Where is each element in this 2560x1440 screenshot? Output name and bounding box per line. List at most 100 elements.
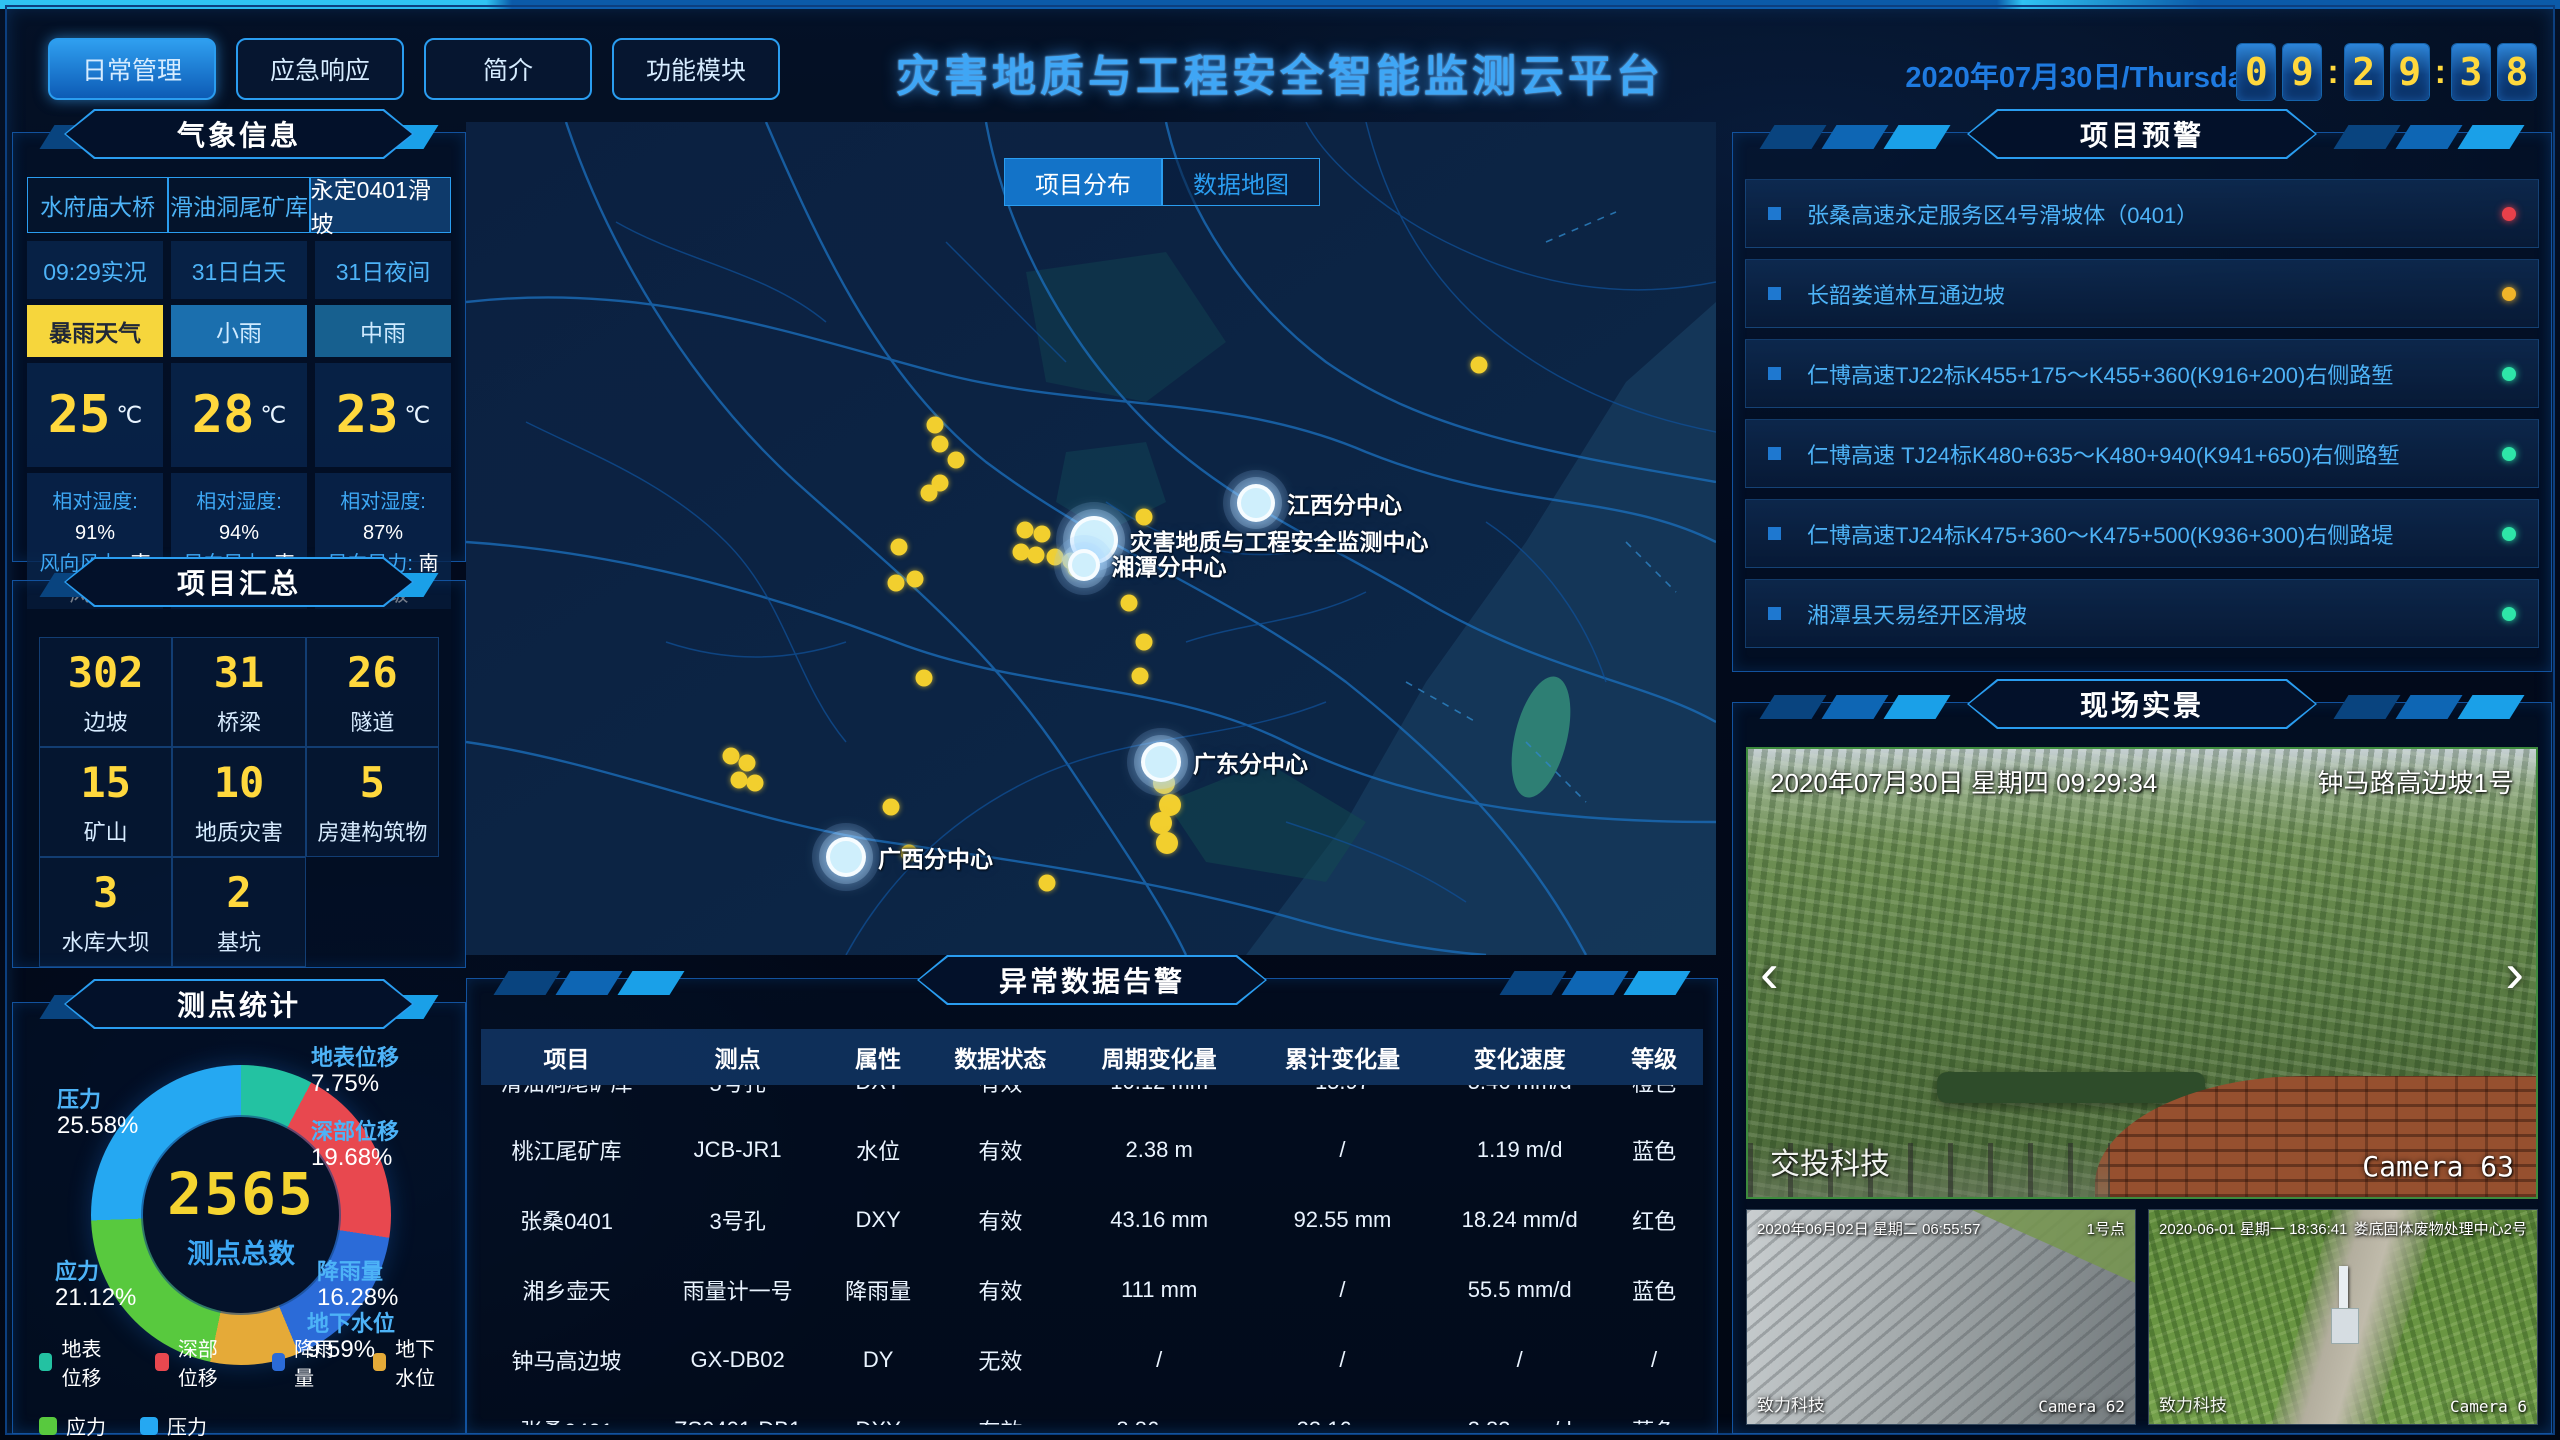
warning-row-0[interactable]: 张桑高速永定服务区4号滑坡体（0401） [1745,179,2539,248]
legend-item-0[interactable]: 地表位移 [39,1333,121,1391]
alerts-cell: DXY [823,1085,933,1095]
camera-location: 钟马路高边坡1号 [2318,763,2514,800]
table-row[interactable]: 滑油洞尾矿库5号孔DXY有效10.12 mm15.975.46 mm/d橙色 [481,1085,1703,1115]
map-panel[interactable]: 项目分布数据地图 江西分中心灾害地质与工程安全监测中心湘潭分中心广东分中心广西分… [466,122,1716,955]
project-dot[interactable] [1016,522,1033,539]
alerts-cell: 水位 [823,1134,933,1166]
donut-label-5: 压力25.58% [57,1087,138,1140]
header-deco [1767,125,1943,149]
project-dot[interactable] [890,538,907,555]
bullet-square-icon [1768,607,1781,620]
header-deco [1507,971,1683,995]
stat-label: 桥梁 [217,705,261,737]
weather-time: 09:29实况 [27,241,163,299]
weather-tab-1[interactable]: 滑油洞尾矿库 [168,177,309,233]
alerts-cell: 2.38 m [1068,1137,1251,1163]
status-dot-green [2502,527,2516,541]
project-dot[interactable] [906,571,923,588]
legend-item-5[interactable]: 压力 [140,1411,207,1440]
map-marker-4[interactable]: 广西分中心 [826,837,866,877]
project-dot[interactable] [1028,547,1045,564]
nav-buttons: 日常管理应急响应简介功能模块 [48,38,780,100]
warning-row-1[interactable]: 长韶娄道林互通边坡 [1745,259,2539,328]
stat-label: 隧道 [350,705,394,737]
legend-item-1[interactable]: 深部位移 [155,1333,237,1391]
alerts-col-header: 变化速度 [1434,1040,1605,1074]
project-dot[interactable] [746,775,763,792]
project-dot[interactable] [948,452,965,469]
map-tab-1[interactable]: 数据地图 [1162,158,1320,206]
camera-thumb-grass[interactable]: 2020-06-01 星期一 18:36:41 娄底固体废物处理中心2号 致力科… [2148,1209,2538,1425]
alerts-col-header: 等级 [1605,1040,1703,1074]
warning-row-4[interactable]: 仁博高速TJ24标K475+360～K475+500(K936+300)右侧路堤 [1745,499,2539,568]
table-row[interactable]: 张桑0401ZS0401-DB1DXY有效8.86 mm23.16mm3.83 … [481,1395,1703,1425]
warning-row-5[interactable]: 湘潭县天易经开区滑坡 [1745,579,2539,648]
project-dot[interactable] [739,754,756,771]
nav-button-1[interactable]: 应急响应 [236,38,404,100]
summary-grid: 302边坡31桥梁26隧道15矿山10地质灾害5房建构筑物3水库大坝2基坑 [39,637,439,967]
project-dot[interactable] [1150,812,1172,834]
table-row[interactable]: 桃江尾矿库JCB-JR1水位有效2.38 m/1.19 m/d蓝色 [481,1115,1703,1185]
project-dot[interactable] [920,484,937,501]
marker-core-icon [826,837,866,877]
temp-unit: ℃ [116,402,142,429]
project-dot[interactable] [1131,667,1148,684]
alerts-cell: DY [823,1347,933,1373]
main-camera-view[interactable]: 2020年07月30日 星期四 09:29:34 钟马路高边坡1号 交投科技 C… [1746,747,2538,1199]
camera-thumb-slope[interactable]: 2020年06月02日 星期二 06:55:57 1号点 致力科技 Camera… [1746,1209,2136,1425]
alerts-cell: / [1251,1277,1434,1303]
marker-label: 广西分中心 [878,840,993,874]
alerts-table-body: 滑油洞尾矿库5号孔DXY有效10.12 mm15.975.46 mm/d橙色桃江… [481,1085,1703,1425]
weather-tab-2[interactable]: 永定0401滑坡 [310,177,451,233]
project-dot[interactable] [926,417,943,434]
legend-item-4[interactable]: 应力 [39,1411,106,1440]
nav-button-0[interactable]: 日常管理 [48,38,216,100]
camera-next-icon[interactable]: › [2505,945,2524,1001]
project-dot[interactable] [888,574,905,591]
map-marker-3[interactable]: 广东分中心 [1141,742,1181,782]
weather-column-1: 31日白天小雨28℃相对湿度: 94%风向风力: 南风1级 [171,241,307,609]
marker-core-icon [1141,742,1181,782]
warning-row-3[interactable]: 仁博高速 TJ24标K480+635～K480+940(K941+650)右侧路… [1745,419,2539,488]
project-dot[interactable] [1120,595,1137,612]
weather-time: 31日白天 [171,241,307,299]
alerts-cell: 18.24 mm/d [1434,1207,1605,1233]
project-dot[interactable] [1135,633,1152,650]
map-marker-2[interactable]: 湘潭分中心 [1068,549,1100,581]
status-dot-green [2502,367,2516,381]
weather-tab-0[interactable]: 水府庙大桥 [27,177,168,233]
project-dot[interactable] [915,669,932,686]
project-dot[interactable] [1470,357,1487,374]
project-dot[interactable] [1156,832,1178,854]
project-dot[interactable] [1034,525,1051,542]
thumb-timestamp: 2020年06月02日 星期二 06:55:57 [1757,1218,1980,1239]
alerts-cell: DXY [823,1207,933,1233]
nav-button-3[interactable]: 功能模块 [612,38,780,100]
marker-core-icon [1237,484,1275,522]
map-marker-0[interactable]: 江西分中心 [1237,484,1275,522]
weather-tabs: 水府庙大桥滑油洞尾矿库永定0401滑坡 [27,177,451,233]
project-dot[interactable] [723,747,740,764]
legend-item-3[interactable]: 地下水位 [373,1333,455,1391]
table-row[interactable]: 湘乡壶天雨量计一号降雨量有效111 mm/55.5 mm/d蓝色 [481,1255,1703,1325]
warning-label: 仁博高速TJ24标K475+360～K475+500(K936+300)右侧路堤 [1807,518,2502,550]
project-dot[interactable] [883,798,900,815]
table-row[interactable]: 钟马高边坡GX-DB02DY无效//// [481,1325,1703,1395]
weather-column-2: 31日夜间中雨23℃相对湿度: 87%风向风力: 南风1级 [315,241,451,609]
nav-button-2[interactable]: 简介 [424,38,592,100]
camera-prev-icon[interactable]: ‹ [1760,945,1779,1001]
warning-row-2[interactable]: 仁博高速TJ22标K455+175～K455+360(K916+200)右侧路堑 [1745,339,2539,408]
project-dot[interactable] [730,772,747,789]
map-tab-0[interactable]: 项目分布 [1004,158,1162,206]
camera-thumbnails: 2020年06月02日 星期二 06:55:57 1号点 致力科技 Camera… [1746,1209,2538,1425]
clock-digit: 8 [2498,44,2536,100]
project-dot[interactable] [931,435,948,452]
clock-digit: 9 [2391,44,2429,100]
project-dot[interactable] [1046,548,1063,565]
table-row[interactable]: 张桑04013号孔DXY有效43.16 mm92.55 mm18.24 mm/d… [481,1185,1703,1255]
project-dot[interactable] [1039,875,1056,892]
panel-title-plate: 项目预警 [1967,109,2317,159]
warning-label: 张桑高速永定服务区4号滑坡体（0401） [1807,198,2502,230]
status-dot-red [2502,207,2516,221]
legend-item-2[interactable]: 降雨量 [272,1333,339,1391]
